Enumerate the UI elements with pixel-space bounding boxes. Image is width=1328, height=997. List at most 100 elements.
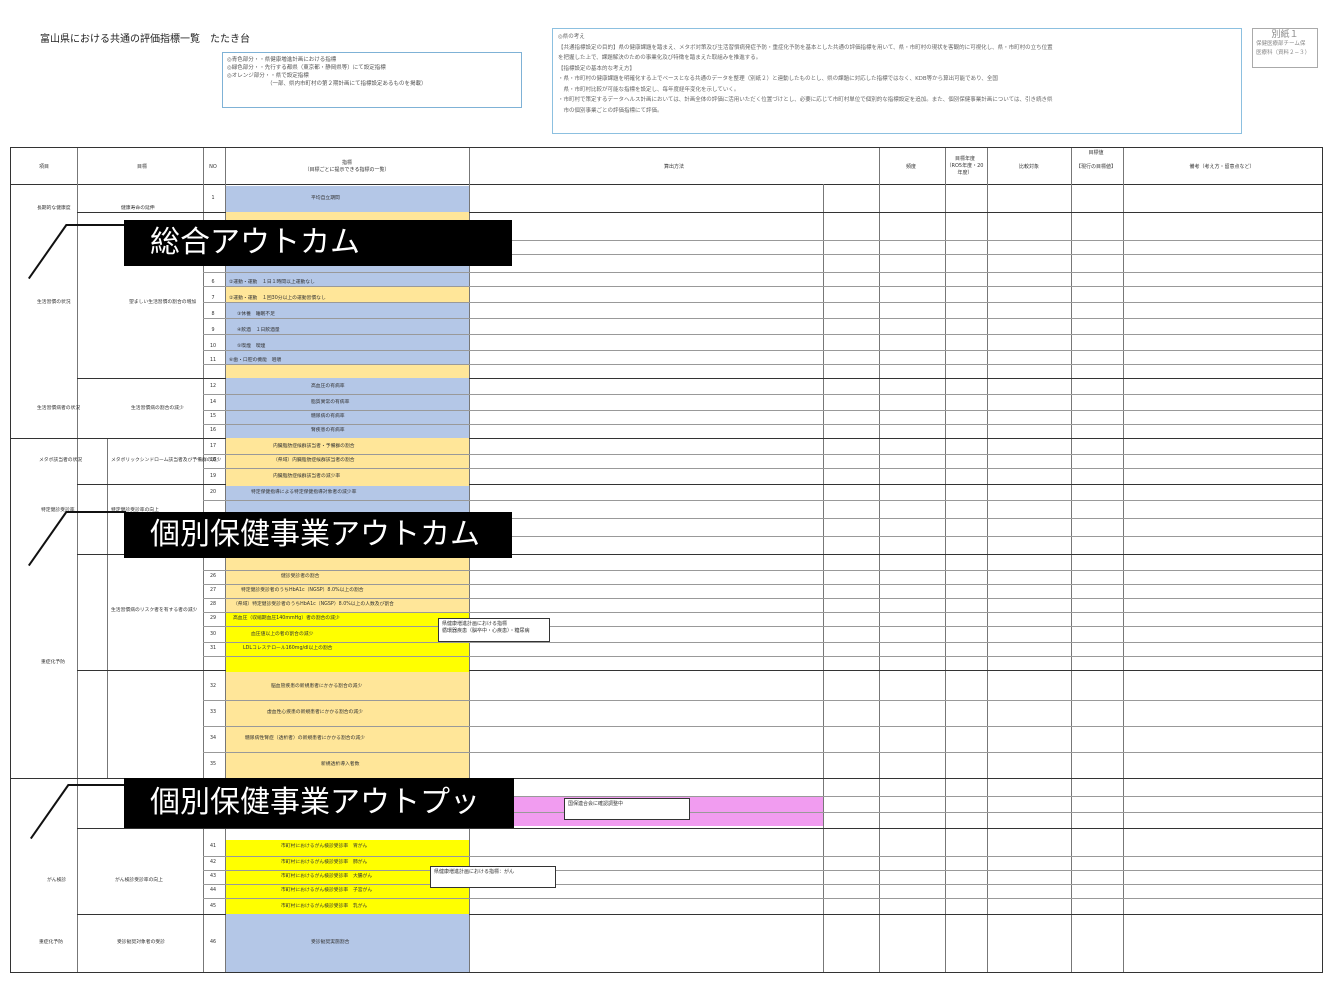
banner-leader-line-2b — [66, 511, 126, 513]
row-indicator: 市町村におけるがん検診受診率 乳がん — [281, 904, 368, 909]
row-indicator: ⑤喫煙 喫煙 — [237, 344, 266, 349]
row-no: 41 — [209, 844, 217, 849]
header-indicator: 指標 （目標ごとに提示できる指標の一覧） — [304, 160, 390, 173]
row-indicator: 受診勧奨実施割合 — [311, 940, 350, 945]
policy-line-8: 市の個別事業ごとの評価指標にて評価。 — [558, 107, 663, 114]
banner-individual-output: 個別保健事業アウトプット — [124, 778, 514, 870]
group-label-1: 長期的な健康度 — [37, 206, 71, 211]
group-goal-8: 受診勧奨対象者の受診 — [117, 940, 165, 945]
header-target-year: 目標年度 （RO5年度・20 年度） — [946, 156, 984, 176]
row-no: 33 — [209, 710, 217, 715]
row-indicator: 糖尿病の有病率 — [311, 414, 345, 419]
policy-line-7: ・市町村で策定するデータヘルス計画においては、計画全体の評価に活用いただく位置づ… — [558, 97, 1053, 103]
legend-line-3: ◎オレンジ部分・・県で設定指標 — [227, 73, 309, 79]
color-legend-box: ◎青色部分・・県健康増進計画における指標 ◎緑色部分・・先行する都県（東京都・静… — [222, 52, 522, 108]
group-label-6: 重症化予防 — [41, 660, 65, 665]
row-no: 12 — [209, 384, 217, 389]
row-indicator: ③休養 睡眠不足 — [237, 312, 275, 317]
row-no: 44 — [209, 888, 217, 893]
row-indicator: 健診受診者の割合 — [281, 574, 320, 579]
group-goal-6: 生活習慣病のリスク者を有する者の減少 — [111, 608, 198, 613]
group-label-8: 重症化予防 — [39, 940, 63, 945]
callout-health-plan-cancer: 県健康増進計画における指標：がん — [430, 866, 556, 888]
group-goal-2: 望ましい生活習慣の割合の増加 — [129, 300, 197, 305]
row-indicator: 内臓脂肪症候群該当者・予備群の割合 — [273, 444, 355, 449]
group-goal-1: 健康寿命の延伸 — [121, 206, 155, 211]
row-indicator: 内臓脂肪症候群該当者の減少率 — [273, 474, 341, 479]
banner-leader-line-1b — [66, 224, 126, 226]
row-no: 29 — [209, 616, 217, 621]
banner-individual-outcome: 個別保健事業アウトカム — [124, 512, 512, 558]
row-indicator: 平均自立期間 — [311, 196, 340, 201]
row-no: 35 — [209, 762, 217, 767]
group-label-7: がん検診 — [47, 878, 67, 883]
group-goal-3: 生活習慣病の割合の減少 — [131, 406, 184, 411]
group-label-4: メタボ該当者の状況 — [39, 458, 83, 463]
header-comparison: 比較対象 — [1018, 164, 1039, 170]
policy-box: ◎県の考え 【共通指標設定の目的】県の健康課題を踏まえ、メタボ対策及び生活習慣病… — [552, 28, 1242, 134]
group-label-2: 生活習慣の状況 — [37, 300, 71, 305]
row-indicator: 特定保健指導による特定保健指導対象者の減少率 — [251, 490, 357, 495]
row-no: 14 — [209, 400, 217, 405]
row-no: 32 — [209, 684, 217, 689]
banner-leader-line-3b — [68, 784, 126, 786]
policy-line-1: ◎県の考え — [558, 34, 585, 40]
row-no: 7 — [211, 296, 215, 301]
row-indicator: 腎疾患の有病率 — [311, 428, 345, 433]
row-no: 1 — [211, 196, 215, 201]
row-no: 10 — [209, 344, 217, 349]
row-no: 34 — [209, 736, 217, 741]
legend-line-4: （一部、県内市町村の第２期計画にて指標設定あるものを掲載） — [267, 81, 427, 87]
group-label-3: 生活習慣病者の状況 — [37, 406, 81, 411]
row-indicator: 血圧値以上の者の割合の減少 — [251, 632, 314, 637]
policy-line-5: ・県・市町村の健康課題を明確化する上でベースとなる共通のデータを整理（別紙２）と… — [558, 76, 998, 82]
row-no: 6 — [211, 280, 215, 285]
row-indicator: ②運動・運動 １回30分以上の運動習慣なし — [229, 296, 326, 301]
row-indicator: 糖尿病性腎症（透析者）の新規患者にかかる割合の減少 — [245, 736, 365, 741]
row-indicator: 新規透析導入者数 — [321, 762, 360, 767]
appendix-box: 別紙１ 保健医療部チーム保 医療科（資料２−３） — [1252, 28, 1318, 68]
row-no: 42 — [209, 860, 217, 865]
row-no: 31 — [209, 646, 217, 651]
row-indicator: 高血圧の有病率 — [311, 384, 345, 389]
row-no: 28 — [209, 602, 217, 607]
header-category: 項目 — [38, 164, 49, 170]
callout-health-plan-circulatory: 県健康増進計画における指標 循環器疾患（脳卒中・心疾患）・糖尿病 — [438, 618, 550, 642]
row-indicator: 市町村におけるがん検診受診率 大腸がん — [281, 874, 373, 879]
header-no: NO — [209, 164, 217, 170]
document-title: 富山県における共通の評価指標一覧 たたき台 — [40, 34, 250, 45]
banner-overall-outcome: 総合アウトカム — [124, 220, 512, 266]
row-indicator: 高血圧（収縮期血圧140mmHg）者の割合の減少 — [233, 616, 340, 621]
row-no: 20 — [209, 490, 217, 495]
row-no: 43 — [209, 874, 217, 879]
legend-line-2: ◎緑色部分・・先行する都県（東京都・静岡県等）にて設定指標 — [227, 65, 386, 71]
callout-confirming: 国保連合会に確認調整中 — [564, 798, 690, 820]
header-frequency: 頻度 — [905, 164, 916, 170]
group-goal-7: がん検診受診率の向上 — [115, 878, 163, 883]
row-no: 11 — [209, 358, 217, 363]
row-indicator: 市町村におけるがん検診受診率 肺がん — [281, 860, 368, 865]
header-notes: 備考（考え方・留意点など） — [1189, 164, 1255, 170]
row-indicator: ②運動・運動 １日１時間以上運動なし — [229, 280, 315, 285]
row-no: 9 — [211, 328, 215, 333]
row-no: 8 — [211, 312, 215, 317]
row-no: 18 — [209, 458, 217, 463]
policy-line-4: 【指標設定の基本的な考え方】 — [558, 65, 636, 72]
row-no: 16 — [209, 428, 217, 433]
indicator-table: 項目 目標 NO 指標 （目標ごとに提示できる指標の一覧） 算出方法 頻度 目標… — [10, 147, 1323, 973]
row-indicator: 虚血性心疾患の新規患者にかかる割合の減少 — [267, 710, 363, 715]
policy-line-6: 県・市町村比較が可能な指標を設定し、毎年度経年変化を示していく。 — [558, 86, 740, 93]
appendix-line-1: 保健医療部チーム保 — [1256, 41, 1306, 47]
row-indicator: 脂質異常の有病率 — [311, 400, 350, 405]
row-indicator: 市町村におけるがん検診受診率 胃がん — [281, 844, 368, 849]
row-indicator: 市町村におけるがん検診受診率 子宮がん — [281, 888, 373, 893]
row-no: 30 — [209, 632, 217, 637]
legend-line-1: ◎青色部分・・県健康増進計画における指標 — [227, 57, 337, 63]
policy-line-2: 【共通指標設定の目的】県の健康課題を踏まえ、メタボ対策及び生活習慣病発症予防・重… — [558, 44, 1053, 51]
row-no: 19 — [209, 474, 217, 479]
header-goal: 目標 — [136, 164, 147, 170]
row-no: 45 — [209, 904, 217, 909]
header-target-value: 目標値 【現行の目標値】 — [1075, 150, 1116, 170]
row-indicator: 特定健診受診者のうちHbA1c（NGSP）8.0%以上の割合 — [241, 588, 364, 593]
row-indicator: 脳血管疾患の新規患者にかかる割合の減少 — [271, 684, 363, 689]
